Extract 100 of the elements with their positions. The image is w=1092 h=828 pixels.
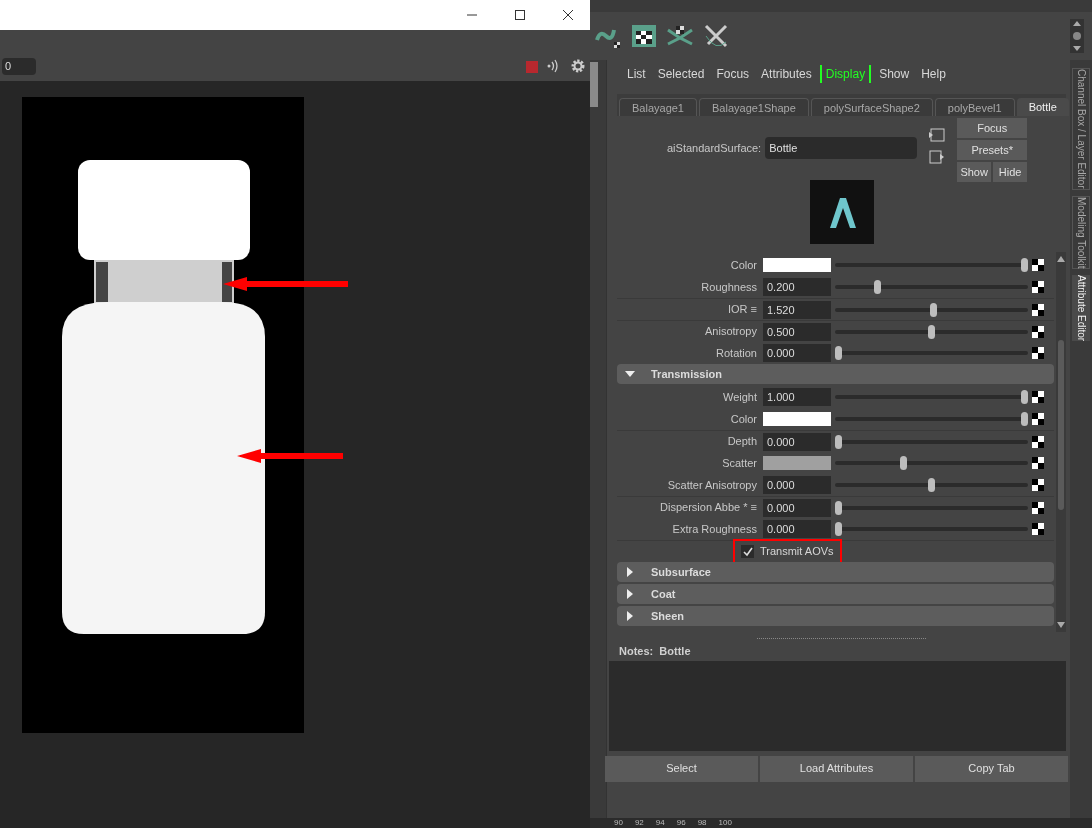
attribute-label: Scatter Anisotropy: [666, 477, 758, 493]
scroll-up-icon[interactable]: [1057, 256, 1065, 262]
node-name-field[interactable]: Bottle: [765, 137, 918, 159]
menu-item[interactable]: Show: [875, 65, 914, 83]
settings-icon[interactable]: [570, 58, 586, 74]
maximize-icon[interactable]: [514, 9, 526, 21]
checkbox[interactable]: [741, 545, 754, 558]
checkbox-label: Transmit AOVs: [760, 544, 834, 560]
tab[interactable]: Balayage1Shape: [699, 98, 809, 116]
node-type-label: aiStandardSurface:: [667, 140, 762, 156]
timeline-tick-label: 94: [655, 818, 665, 828]
number-field[interactable]: 0.000: [763, 476, 831, 494]
scrollbar-thumb[interactable]: [1058, 340, 1064, 510]
panel-button[interactable]: Focus: [957, 118, 1028, 138]
notes-label: Notes: Bottle: [618, 644, 692, 659]
close-icon[interactable]: [562, 9, 574, 21]
color-swatch[interactable]: [763, 258, 831, 272]
collapsed-triangle-icon: [625, 589, 635, 599]
slider[interactable]: [835, 324, 1028, 339]
map-button-icon[interactable]: [1032, 303, 1044, 316]
input-connection-icon[interactable]: [929, 128, 946, 142]
section-header[interactable]: Sheen: [617, 606, 1054, 626]
expanded-triangle-icon: [625, 369, 635, 379]
side-tab[interactable]: Modeling Toolkit: [1072, 195, 1090, 270]
map-button-icon[interactable]: [1032, 523, 1044, 535]
side-tab[interactable]: Attribute Editor: [1072, 275, 1090, 342]
tab[interactable]: polyBevel1: [934, 98, 1015, 116]
attribute-label: Rotation: [715, 345, 758, 361]
number-field[interactable]: 0.000: [763, 432, 831, 451]
number-field[interactable]: 1.520: [763, 300, 831, 319]
menu-item[interactable]: Attributes: [757, 65, 816, 83]
number-field[interactable]: 0.500: [763, 322, 831, 341]
slider[interactable]: [835, 434, 1028, 449]
timeline-tick-label: 96: [676, 818, 686, 828]
slider[interactable]: [835, 500, 1028, 515]
timeline-tick-label: 90: [614, 818, 623, 828]
timeline-tick-label: 92: [634, 818, 644, 828]
map-button-icon[interactable]: [1032, 391, 1044, 403]
slider[interactable]: [835, 258, 1028, 272]
section-header[interactable]: Transmission: [617, 364, 1054, 384]
map-button-icon[interactable]: [1032, 413, 1044, 425]
section-header[interactable]: Subsurface: [617, 562, 1054, 582]
section-header[interactable]: Coat: [617, 584, 1054, 604]
slider[interactable]: [835, 478, 1028, 492]
texture-window-icon[interactable]: [630, 22, 658, 50]
collapsed-triangle-icon: [625, 567, 635, 577]
number-field[interactable]: 0.000: [763, 344, 831, 362]
tools-icon[interactable]: [702, 22, 730, 50]
down-arrow-icon[interactable]: [1073, 46, 1081, 51]
map-button-icon[interactable]: [1032, 501, 1044, 514]
slider[interactable]: [835, 346, 1028, 360]
panel-button[interactable]: Presets*: [957, 140, 1028, 160]
attribute-label: IOR ≡: [726, 302, 758, 318]
number-field[interactable]: 1.000: [763, 388, 831, 406]
slider[interactable]: [835, 456, 1028, 470]
tab[interactable]: polySurfaceShape2: [810, 98, 933, 116]
tab[interactable]: Bottle: [1016, 98, 1069, 116]
bottom-button[interactable]: Copy Tab: [915, 755, 1068, 782]
map-button-icon[interactable]: [1032, 347, 1044, 359]
map-button-icon[interactable]: [1032, 325, 1044, 338]
number-field[interactable]: 0.200: [763, 278, 831, 296]
notes-field[interactable]: [609, 660, 1066, 751]
slider[interactable]: [835, 302, 1028, 317]
checkmark-icon: [742, 546, 753, 557]
slider[interactable]: [835, 412, 1028, 426]
collapsed-triangle-icon: [625, 611, 635, 621]
menu-item[interactable]: Focus: [712, 65, 754, 83]
menu-item[interactable]: Selected: [653, 65, 709, 83]
panel-button[interactable]: Hide: [993, 162, 1028, 182]
side-tab[interactable]: Channel Box / Layer Editor: [1072, 68, 1090, 190]
panel-button[interactable]: Show: [957, 162, 992, 182]
number-field[interactable]: 0.000: [763, 520, 831, 538]
map-button-icon[interactable]: [1032, 479, 1044, 491]
color-swatch[interactable]: [763, 412, 831, 426]
attribute-label: Weight: [721, 389, 758, 405]
number-field[interactable]: 0.000: [763, 498, 831, 517]
map-button-icon[interactable]: [1032, 281, 1044, 293]
scroll-down-icon[interactable]: [1057, 622, 1065, 628]
map-button-icon[interactable]: [1032, 457, 1044, 469]
timeline-tick-label: 98: [697, 818, 707, 828]
menu-item[interactable]: Help: [917, 65, 950, 83]
output-connection-icon[interactable]: [929, 150, 946, 164]
map-button-icon[interactable]: [1032, 435, 1044, 448]
attribute-label: Depth: [726, 434, 758, 450]
bottom-button[interactable]: Select: [605, 755, 758, 782]
scroll-buttons[interactable]: [1070, 19, 1084, 53]
bottom-button[interactable]: Load Attributes: [760, 755, 913, 782]
attribute-label: Scatter: [721, 455, 758, 471]
menu-item[interactable]: List: [623, 65, 650, 83]
menu-item[interactable]: Display: [819, 65, 872, 83]
slider[interactable]: [835, 522, 1028, 536]
tab[interactable]: Balayage1: [619, 98, 697, 116]
attribute-label: Roughness: [700, 279, 758, 295]
map-button-icon[interactable]: [1032, 259, 1044, 271]
color-swatch[interactable]: [763, 456, 831, 470]
slider[interactable]: [835, 280, 1028, 294]
scrollbar-thumb[interactable]: [590, 62, 598, 107]
frame-field[interactable]: 0: [2, 58, 36, 75]
slider[interactable]: [835, 390, 1028, 404]
up-arrow-icon[interactable]: [1073, 21, 1081, 26]
